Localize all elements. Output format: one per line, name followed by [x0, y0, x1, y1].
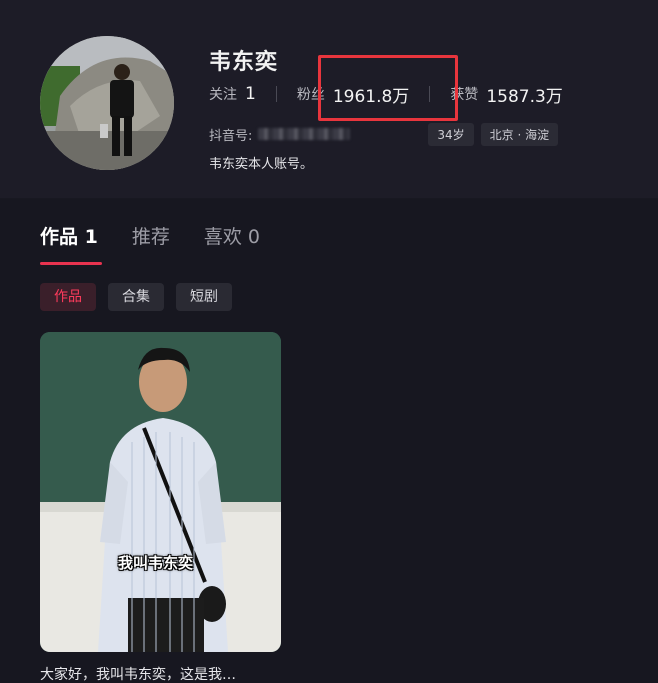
stat-likes-value: 1587.3万 — [486, 86, 563, 107]
profile-tabs: 作品 1 推荐 喜欢 0 — [40, 222, 294, 249]
stat-following[interactable]: 关注 1 — [209, 84, 256, 104]
chip-collection[interactable]: 合集 — [108, 283, 164, 311]
account-id-redacted — [258, 128, 351, 140]
age-tag: 34岁 — [428, 122, 474, 146]
bio: 韦东奕本人账号。 — [209, 157, 314, 172]
filter-chips: 作品 合集 短剧 — [40, 283, 244, 311]
video-title[interactable]: 大家好，我叫韦东奕，这是我… — [40, 664, 236, 683]
account-id-label: 抖音号: — [209, 128, 253, 144]
stat-following-value: 1 — [245, 84, 256, 104]
tab-works[interactable]: 作品 1 — [40, 222, 98, 249]
meta-row: 抖音号: 34岁 北京 · 海淀 — [209, 122, 565, 146]
tab-recommend[interactable]: 推荐 — [132, 222, 170, 249]
avatar[interactable] — [40, 36, 174, 170]
chip-works[interactable]: 作品 — [40, 283, 96, 311]
avatar-photo — [40, 36, 174, 170]
tab-likes[interactable]: 喜欢 0 — [204, 222, 260, 249]
video-frame — [40, 332, 281, 652]
stat-divider — [275, 86, 277, 102]
chip-short-drama[interactable]: 短剧 — [176, 283, 232, 311]
location-tag: 北京 · 海淀 — [480, 122, 559, 146]
stat-following-label: 关注 — [209, 87, 237, 103]
active-tab-indicator — [40, 262, 102, 265]
profile-page: 韦东奕 关注 1 粉丝 1961.8万 获赞 1587.3万 抖音号: 34岁 … — [0, 0, 658, 683]
video-caption: 我叫韦东奕 — [118, 554, 194, 572]
highlight-annotation-box — [318, 55, 458, 121]
video-thumbnail[interactable]: 我叫韦东奕 — [40, 332, 281, 652]
stat-likes[interactable]: 获赞 1587.3万 — [450, 82, 562, 107]
username: 韦东奕 — [209, 50, 279, 75]
